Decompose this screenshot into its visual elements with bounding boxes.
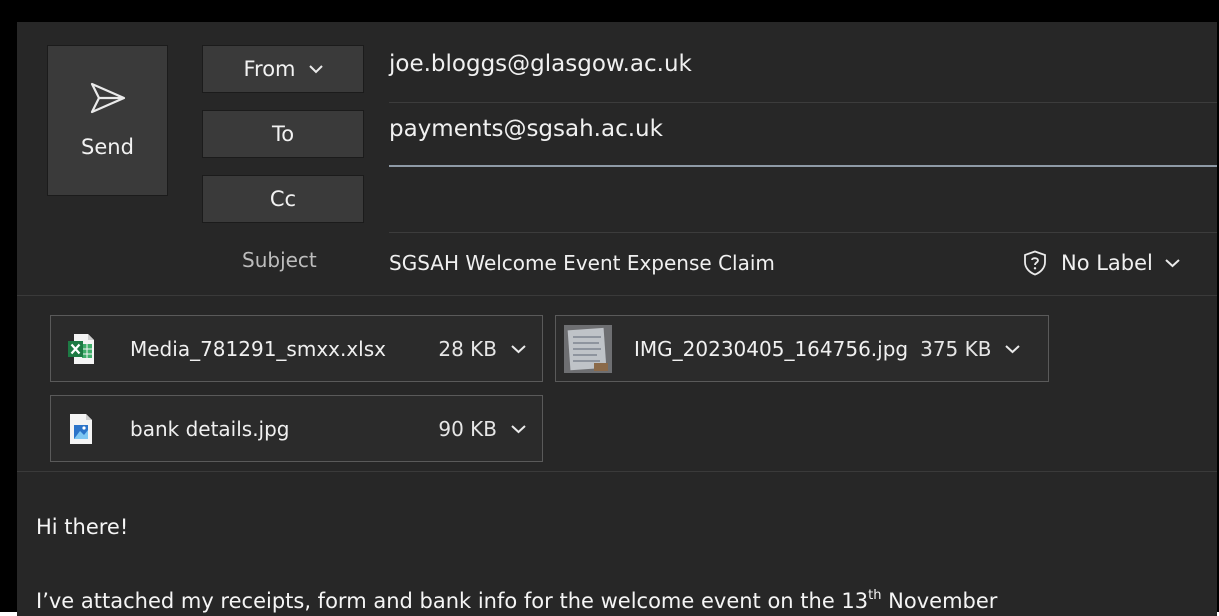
to-label: To [271, 122, 295, 146]
attachment-name: Media_781291_smxx.xlsx [130, 336, 386, 361]
divider [17, 295, 1217, 296]
cc-label: Cc [269, 187, 297, 211]
chevron-down-icon [1165, 259, 1180, 268]
attachment-size: 375 KB [920, 336, 992, 361]
chevron-down-icon[interactable] [511, 344, 526, 354]
image-thumbnail [564, 324, 612, 373]
excel-file-icon [68, 333, 94, 364]
message-greeting[interactable]: Hi there! [36, 515, 128, 539]
divider [389, 102, 1217, 103]
from-label: From [243, 57, 296, 81]
image-file-icon [70, 413, 92, 444]
subject-label: Subject [242, 248, 317, 272]
to-field[interactable]: payments@sgsah.ac.uk [389, 116, 1217, 142]
divider [17, 471, 1217, 472]
sensitivity-label-button[interactable]: No Label [1023, 250, 1180, 276]
send-button[interactable]: Send [47, 45, 168, 196]
message-text: I’ve attached my receipts, form and bank… [36, 589, 869, 613]
send-label: Send [81, 135, 134, 159]
cc-button[interactable]: Cc [202, 175, 364, 223]
from-button[interactable]: From [202, 45, 364, 93]
attachment-name: bank details.jpg [130, 416, 290, 441]
attachment-size: 28 KB [438, 336, 497, 361]
attachment-item[interactable]: bank details.jpg 90 KB [50, 395, 543, 462]
shield-question-icon [1024, 250, 1046, 276]
screenshot-frame: Send From To Cc joe.bloggs@glasgow.ac.uk… [0, 0, 1219, 616]
divider [389, 232, 1217, 233]
attachment-name: IMG_20230405_164756.jpg [634, 336, 909, 361]
attachment-size: 90 KB [438, 416, 497, 441]
chevron-down-icon[interactable] [511, 424, 526, 434]
from-field[interactable]: joe.bloggs@glasgow.ac.uk [389, 51, 1217, 77]
send-icon [90, 82, 125, 114]
to-button[interactable]: To [202, 110, 364, 158]
subject-field[interactable]: SGSAH Welcome Event Expense Claim [389, 251, 775, 275]
message-superscript: th [868, 588, 882, 603]
attachment-item[interactable]: IMG_20230405_164756.jpg 375 KB [555, 315, 1049, 382]
message-body-line[interactable]: I’ve attached my receipts, form and bank… [36, 588, 997, 613]
chevron-down-icon [308, 65, 323, 74]
sensitivity-label: No Label [1061, 251, 1153, 275]
message-text: November [881, 589, 998, 613]
cc-field[interactable] [389, 182, 1217, 222]
compose-window: Send From To Cc joe.bloggs@glasgow.ac.uk… [17, 22, 1217, 616]
attachment-item[interactable]: Media_781291_smxx.xlsx 28 KB [50, 315, 543, 382]
chevron-down-icon[interactable] [1005, 344, 1021, 354]
to-field-underline [389, 165, 1217, 167]
